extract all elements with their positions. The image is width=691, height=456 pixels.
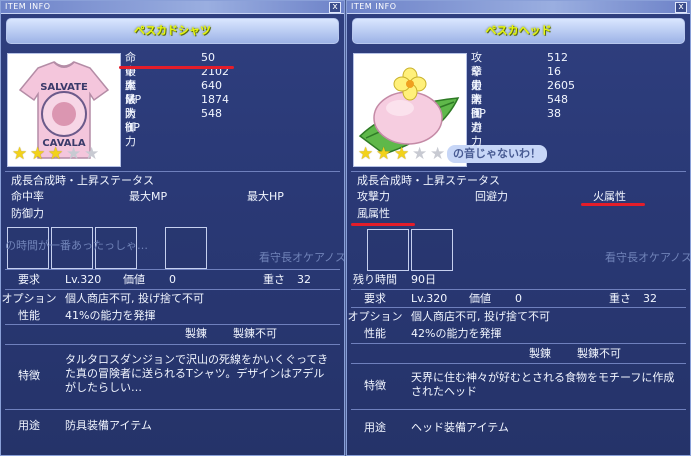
refine-value: 製錬不可 — [233, 327, 277, 340]
stat-value: 512 — [547, 51, 568, 64]
background-npc-name: 看守長オケアノス — [259, 251, 345, 264]
stat-value: 38 — [547, 107, 561, 120]
requirement-label: 要求 — [364, 292, 386, 305]
performance-value: 41%の能力を発揮 — [65, 309, 156, 322]
stat-value: 548 — [547, 93, 568, 106]
item-info-window-right: ITEM INFO x ペスカヘッド ★ ★ ★ ★ ★ の音じゃないわ！ 攻撃… — [346, 0, 691, 456]
socket-slot[interactable] — [367, 229, 409, 271]
close-button[interactable]: x — [675, 2, 687, 13]
feature-label: 特徴 — [18, 369, 40, 382]
growth-stat: 防御力 — [11, 207, 44, 220]
background-npc-name: 看守長オケアノス — [605, 251, 691, 264]
stat-value: 16 — [547, 65, 561, 78]
window-title: ITEM INFO — [5, 2, 51, 11]
growth-stat: 攻撃力 — [357, 190, 390, 203]
stat-value: 548 — [201, 107, 222, 120]
star-icon: ★ — [394, 144, 410, 164]
highlight-underline — [351, 223, 415, 226]
price-value: 0 — [515, 292, 522, 305]
star-icon: ★ — [430, 144, 446, 164]
stat-value: 1874 — [201, 93, 229, 106]
performance-value: 42%の能力を発揮 — [411, 327, 502, 340]
star-icon: ★ — [358, 144, 374, 164]
socket-slot[interactable] — [411, 229, 453, 271]
item-name: ペスカヘッド — [352, 18, 685, 44]
growth-title: 成長合成時・上昇ステータス — [357, 174, 500, 187]
star-icon: ★ — [376, 144, 392, 164]
weight-value: 32 — [643, 292, 657, 305]
divider — [351, 343, 686, 344]
requirement-value: Lv.320 — [65, 273, 102, 286]
usage-label: 用途 — [364, 421, 386, 434]
option-value: 個人商店不可, 投げ捨て不可 — [65, 292, 204, 305]
divider — [5, 409, 340, 410]
title-bar[interactable]: ITEM INFO x — [1, 1, 344, 14]
usage-value: ヘッド装備アイテム — [411, 421, 509, 434]
title-bar[interactable]: ITEM INFO x — [347, 1, 690, 14]
divider — [351, 171, 686, 172]
highlight-underline — [119, 66, 234, 69]
divider — [351, 409, 686, 410]
feature-description: 天界に住む神々が好むとされる食物をモチーフに作成されたヘッド — [411, 371, 675, 398]
growth-stat: 命中率 — [11, 190, 44, 203]
item-image: SALVATE CAVALA ★ ★ ★ ★ ★ — [7, 53, 121, 167]
divider — [5, 289, 340, 290]
background-chat-text: の時間が一番あったっしゃ… — [5, 239, 148, 252]
divider — [351, 289, 686, 290]
price-value: 0 — [169, 273, 176, 286]
refine-label: 製錬 — [185, 327, 207, 340]
weight-label: 重さ — [263, 273, 285, 286]
feature-label: 特徴 — [364, 379, 386, 392]
divider — [5, 171, 340, 172]
performance-label: 性能 — [18, 309, 40, 322]
star-icon: ★ — [12, 144, 28, 164]
highlight-underline — [581, 203, 645, 206]
chat-bubble: の音じゃないわ！ — [447, 145, 547, 163]
usage-label: 用途 — [18, 419, 40, 432]
performance-label: 性能 — [364, 327, 386, 340]
star-icon: ★ — [412, 144, 428, 164]
star-icon: ★ — [84, 144, 100, 164]
weight-label: 重さ — [609, 292, 631, 305]
item-name: ペスカドシャツ — [6, 18, 339, 44]
stat-value: 640 — [201, 79, 222, 92]
stat-value: 50 — [201, 51, 215, 64]
growth-stat: 最大HP — [247, 190, 284, 203]
growth-stat: 回避力 — [475, 190, 508, 203]
requirement-value: Lv.320 — [411, 292, 448, 305]
stat-value: 2605 — [547, 79, 575, 92]
requirement-label: 要求 — [18, 273, 40, 286]
close-button[interactable]: x — [329, 2, 341, 13]
option-value: 個人商店不可, 投げ捨て不可 — [411, 310, 550, 323]
window-title: ITEM INFO — [351, 2, 397, 11]
divider — [5, 344, 340, 345]
divider — [5, 324, 340, 325]
refine-value: 製錬不可 — [577, 347, 621, 360]
growth-stat: 風属性 — [357, 207, 390, 220]
usage-value: 防具装備アイテム — [65, 419, 152, 432]
time-left-value: 90日 — [411, 273, 436, 286]
feature-description: タルタロスダンジョンで沢山の死線をかいくぐってきた真の冒険者に送られるTシャツ。… — [65, 353, 329, 394]
stat-label: 防御力 — [125, 107, 136, 148]
weight-value: 32 — [297, 273, 311, 286]
growth-title: 成長合成時・上昇ステータス — [11, 174, 154, 187]
price-label: 価値 — [469, 292, 491, 305]
divider — [351, 363, 686, 364]
star-icon: ★ — [66, 144, 82, 164]
socket-slot[interactable] — [165, 227, 207, 269]
item-info-window-left: ITEM INFO x ペスカドシャツ SALVATE CAVALA ★ ★ ★… — [0, 0, 345, 456]
option-label: オプション — [1, 292, 57, 305]
growth-stat: 火属性 — [593, 190, 626, 203]
divider — [5, 269, 340, 270]
divider — [351, 307, 686, 308]
price-label: 価値 — [123, 273, 145, 286]
refine-label: 製錬 — [529, 347, 551, 360]
star-icon: ★ — [30, 144, 46, 164]
growth-stat: 最大MP — [129, 190, 168, 203]
shirt-print-top: SALVATE — [40, 82, 88, 93]
stat-label: 回避力 — [471, 107, 482, 148]
star-icon: ★ — [48, 144, 64, 164]
option-label: オプション — [347, 310, 403, 323]
time-left-label: 残り時間 — [353, 273, 397, 286]
